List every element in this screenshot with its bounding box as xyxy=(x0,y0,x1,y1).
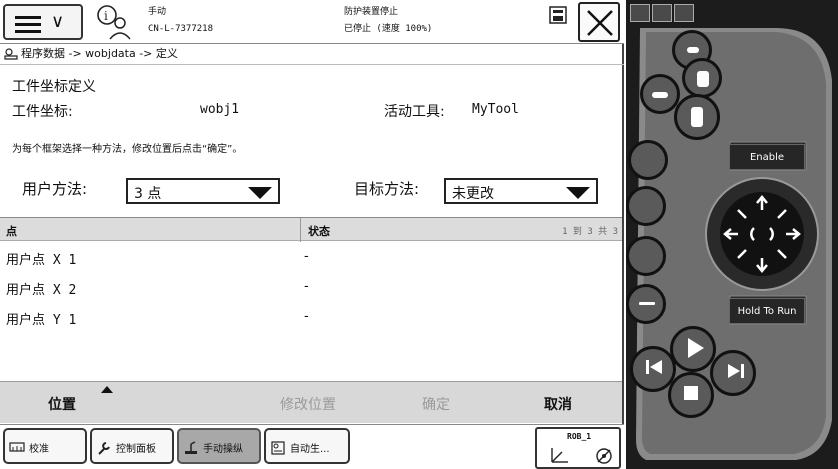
wrench-icon xyxy=(98,442,110,455)
column-header-status[interactable]: 状态 xyxy=(308,223,330,239)
point-status: - xyxy=(304,309,309,324)
command-bar: 位置 修改位置 确定 取消 xyxy=(0,381,622,423)
point-name: 用户点 X 2 xyxy=(6,283,77,298)
production-icon xyxy=(271,441,285,455)
divider xyxy=(0,64,624,65)
menu-icon xyxy=(15,16,41,33)
table-row[interactable]: 用户点 X 2 - xyxy=(0,272,622,302)
joystick-icon[interactable] xyxy=(720,192,804,276)
menu-up-arrow-icon xyxy=(101,386,113,393)
jogging-icon xyxy=(185,441,197,454)
function-key[interactable] xyxy=(626,284,666,324)
task-label: 手动操纵 xyxy=(203,444,243,455)
task-label: 控制面板 xyxy=(116,444,156,455)
target-method-select[interactable]: 未更改 xyxy=(444,178,598,204)
task-label: 校准 xyxy=(29,444,49,455)
increment-icon xyxy=(596,448,612,464)
operator-info-icon[interactable]: i xyxy=(94,3,134,41)
task-label: 自动生... xyxy=(290,444,330,455)
status-bar: ∨ i 手动 CN-L-7377218 防护装置停止 已停止 (速度 100%) xyxy=(0,0,624,44)
toggle-increment-key[interactable] xyxy=(626,236,666,276)
instruction-text: 为每个框架选择一种方法，修改位置后点击“确定”。 xyxy=(12,144,243,155)
svg-text:i: i xyxy=(104,9,108,23)
task-control-panel[interactable]: 控制面板 xyxy=(90,428,174,464)
table-row[interactable]: 用户点 X 1 - xyxy=(0,242,622,272)
page-title: 工件坐标定义 xyxy=(12,79,96,95)
task-production[interactable]: 自动生... xyxy=(264,428,350,464)
column-divider xyxy=(300,218,301,242)
breadcrumb-text: 程序数据 -> wobjdata -> 定义 xyxy=(21,47,178,60)
close-icon xyxy=(587,10,613,36)
safety-status: 防护装置停止 xyxy=(344,7,399,17)
wobj-label: 工件坐标: xyxy=(12,104,73,120)
user-method-label: 用户方法: xyxy=(22,180,88,198)
breadcrumb: 程序数据 -> wobjdata -> 定义 xyxy=(4,45,178,63)
close-button[interactable] xyxy=(578,2,620,42)
play-icon xyxy=(688,338,704,358)
point-name: 用户点 X 1 xyxy=(6,253,77,268)
select-mechanical-unit-key[interactable] xyxy=(628,140,668,180)
modify-position-button[interactable]: 修改位置 xyxy=(280,394,336,414)
row-count: 1 到 3 共 3 xyxy=(562,227,618,237)
stop-square-icon xyxy=(684,386,698,400)
main-menu-button[interactable]: ∨ xyxy=(3,4,83,40)
chevron-down-icon: ∨ xyxy=(51,11,65,32)
cancel-button[interactable]: 取消 xyxy=(544,394,572,414)
controller-id: CN-L-7377218 xyxy=(148,24,214,34)
target-method-value: 未更改 xyxy=(452,186,494,202)
program-keys-icons xyxy=(646,338,744,400)
point-status: - xyxy=(304,279,309,294)
run-status: 已停止 (速度 100%) xyxy=(344,24,433,34)
task-calibrate[interactable]: 校准 xyxy=(3,428,87,464)
user-method-select[interactable]: 3 点 xyxy=(126,178,280,204)
state-status: 防护装置停止 已停止 (速度 100%) xyxy=(344,4,432,38)
preset-key-2[interactable] xyxy=(640,74,680,114)
ok-button[interactable]: 确定 xyxy=(422,394,450,414)
point-name: 用户点 Y 1 xyxy=(6,313,77,328)
toggle-motion-mode-key[interactable] xyxy=(626,186,666,226)
task-jogging[interactable]: 手动操纵 xyxy=(177,428,261,464)
enable-button[interactable]: Enable xyxy=(729,144,805,170)
active-tool-label: 活动工具: xyxy=(384,104,445,120)
quickset-robot-button[interactable]: ROB_1 xyxy=(535,427,621,469)
dropdown-arrow-icon xyxy=(248,187,272,199)
position-button[interactable]: 位置 xyxy=(48,394,76,414)
column-header-point[interactable]: 点 xyxy=(6,223,17,239)
table-header: 点 状态 1 到 3 共 3 xyxy=(0,217,622,242)
mode-status: 手动 CN-L-7377218 xyxy=(148,4,213,38)
point-status: - xyxy=(304,249,309,264)
event-log-icon[interactable] xyxy=(549,6,567,24)
table-row[interactable]: 用户点 Y 1 - xyxy=(0,302,622,332)
preset-key-4[interactable] xyxy=(674,94,720,140)
wobj-value: wobj1 xyxy=(200,102,240,117)
calibrate-icon xyxy=(9,442,25,452)
dropdown-arrow-icon xyxy=(566,187,590,199)
operating-mode: 手动 xyxy=(148,7,167,17)
user-method-value: 3 点 xyxy=(134,186,162,202)
robot-name: ROB_1 xyxy=(567,432,592,441)
active-tool-value: MyTool xyxy=(472,102,519,117)
preset-key-3[interactable] xyxy=(682,58,722,98)
target-method-label: 目标方法: xyxy=(354,180,420,198)
program-data-icon xyxy=(4,48,18,60)
flexpendant-screen: ∨ i 手动 CN-L-7377218 防护装置停止 已停止 (速度 100%) xyxy=(0,0,624,469)
taskbar: 校准 控制面板 手动操纵 自动生... ROB_1 xyxy=(0,424,624,469)
pendant-hardware: Enable Hold To Run xyxy=(626,0,838,469)
coordinate-axes-icon xyxy=(551,448,568,463)
